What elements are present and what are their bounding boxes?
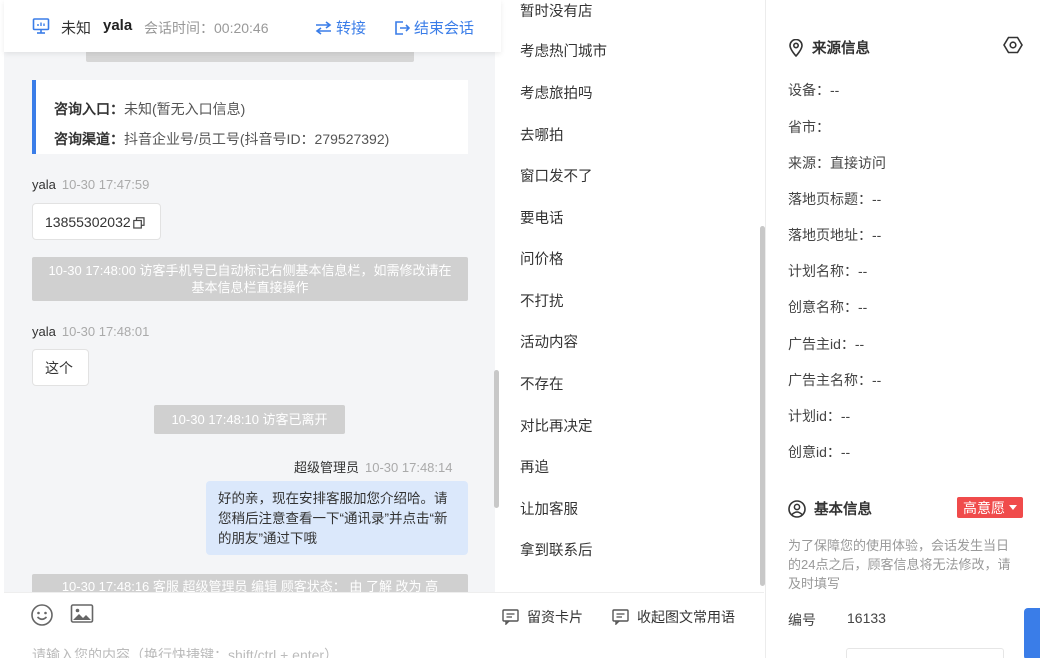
quick-reply-item[interactable]: 考虑热门城市 [520, 40, 607, 61]
field-source: 来源：直接访问 [788, 155, 886, 171]
message-meta: 超级管理员 10-30 17:48:14 [294, 460, 453, 475]
visitor-info-panel: 来源信息 设备：-- 省市： 来源：直接访问 落地页标题：-- 落地页地址：--… [766, 0, 1040, 658]
quick-reply-item[interactable]: 不打扰 [520, 290, 564, 311]
intent-level-dropdown[interactable]: 高意愿 [957, 497, 1023, 518]
quick-reply-item[interactable]: 窗口发不了 [520, 165, 593, 186]
quick-reply-list: 暂时没有店 考虑热门城市 考虑旅拍吗 去哪拍 窗口发不了 要电话 问价格 不打扰… [502, 0, 766, 592]
visitor-name: yala [103, 17, 133, 34]
collapse-quick-replies-label: 收起图文常用语 [637, 609, 735, 625]
field-plan-id: 计划id：-- [788, 408, 851, 424]
field-province: 省市： [788, 119, 830, 135]
lead-card-label: 留资卡片 [527, 609, 583, 625]
quick-reply-item[interactable]: 活动内容 [520, 331, 578, 352]
message-bubble-outgoing[interactable]: 好的亲，现在安排客服加您介绍哈。请您稍后注意查看一下“通讯录”并点击“新的朋友”… [206, 481, 468, 555]
customer-number-value: 16133 [847, 610, 886, 626]
quick-reply-item[interactable]: 让加客服 [520, 498, 578, 519]
message-input-area: 留资卡片 收起图文常用语 请输入您的内容（换行快捷键：shift/ctrl + … [4, 592, 764, 658]
consult-info-card: 咨询入口：未知(暂无入口信息) 咨询渠道：抖音企业号/员工号(抖音号ID：279… [32, 80, 468, 154]
system-message: 10-30 17:48:16 客服 超级管理员 编辑 顾客状态： 由 了解 改为… [32, 574, 468, 594]
user-icon [788, 499, 806, 518]
message-input[interactable]: 请输入您的内容（换行快捷键：shift/ctrl + enter） [32, 645, 338, 658]
session-time: 会话时间：00:20:46 [144, 20, 269, 36]
quick-reply-item[interactable]: 拿到联系后 [520, 539, 593, 560]
card-icon [502, 609, 519, 625]
basic-info-heading: 基本信息 [788, 498, 872, 519]
chat-header: 未知 yala 会话时间：00:20:46 转接 结束会话 [4, 0, 501, 52]
field-landing-title: 落地页标题：-- [788, 191, 882, 207]
message-bubble-phone[interactable]: 13855302032 [32, 203, 161, 240]
message-meta: yala 10-30 17:47:59 [32, 177, 150, 192]
customer-number-label: 编号 [788, 612, 816, 628]
quick-reply-item[interactable]: 再追 [520, 456, 549, 477]
end-session-button[interactable]: 结束会话 [394, 17, 474, 38]
image-icon[interactable] [70, 603, 94, 628]
form-field-faded[interactable] [846, 648, 1004, 658]
field-advertiser-id: 广告主id：-- [788, 336, 865, 352]
edit-deadline-notice: 为了保障您的使用体验，会话发生当日的24点之后，顾客信息将无法修改，请及时填写 [788, 538, 1011, 591]
exit-icon [395, 20, 410, 35]
quick-reply-item[interactable]: 要电话 [520, 207, 564, 228]
transfer-icon [315, 20, 332, 35]
monitor-icon [32, 17, 50, 35]
field-device: 设备：-- [788, 82, 840, 98]
message-meta: yala 10-30 17:48:01 [32, 324, 150, 339]
location-icon [789, 38, 803, 57]
field-advertiser-name: 广告主名称：-- [788, 372, 882, 388]
chat-scrollbar[interactable] [494, 370, 499, 508]
quick-reply-item[interactable]: 对比再决定 [520, 415, 593, 436]
field-plan-name: 计划名称：-- [788, 263, 868, 279]
emoji-icon[interactable] [30, 603, 54, 630]
source-info-heading: 来源信息 [788, 37, 870, 58]
caret-down-icon [1009, 504, 1017, 510]
chat-column: 未知 yala 会话时间：00:20:46 转接 结束会话 咨询入口：未知(暂无… [0, 0, 502, 658]
transfer-button[interactable]: 转接 [315, 17, 366, 38]
collapse-quick-replies-button[interactable]: 收起图文常用语 [612, 607, 735, 627]
visitor-status: 未知 [61, 20, 92, 37]
quick-reply-item[interactable]: 去哪拍 [520, 124, 564, 145]
end-session-label: 结束会话 [414, 20, 475, 37]
system-message: 10-30 17:48:00 访客手机号已自动标记右侧基本信息栏，如需修改请在基… [32, 257, 468, 301]
quick-reply-item[interactable]: 不存在 [520, 373, 564, 394]
system-message: 10-30 17:48:10 访客已离开 [154, 405, 345, 434]
consult-channel: 咨询渠道：抖音企业号/员工号(抖音号ID：279527392) [54, 131, 390, 147]
consult-entry: 咨询入口：未知(暂无入口信息) [54, 101, 246, 117]
quick-reply-item[interactable]: 暂时没有店 [520, 0, 593, 21]
quick-reply-item[interactable]: 问价格 [520, 248, 564, 269]
message-icon [612, 609, 629, 625]
copy-icon[interactable] [132, 216, 145, 229]
floating-side-button[interactable] [1024, 608, 1040, 658]
field-landing-url: 落地页地址：-- [788, 227, 882, 243]
message-bubble[interactable]: 这个 [32, 349, 89, 386]
settings-icon[interactable] [1003, 36, 1023, 57]
field-creative-id: 创意id：-- [788, 444, 851, 460]
lead-card-button[interactable]: 留资卡片 [502, 607, 583, 627]
transfer-label: 转接 [336, 20, 367, 37]
quick-reply-item[interactable]: 考虑旅拍吗 [520, 82, 593, 103]
field-creative-name: 创意名称：-- [788, 299, 868, 315]
chat-workspace: 未知 yala 会话时间：00:20:46 转接 结束会话 咨询入口：未知(暂无… [0, 0, 1040, 658]
